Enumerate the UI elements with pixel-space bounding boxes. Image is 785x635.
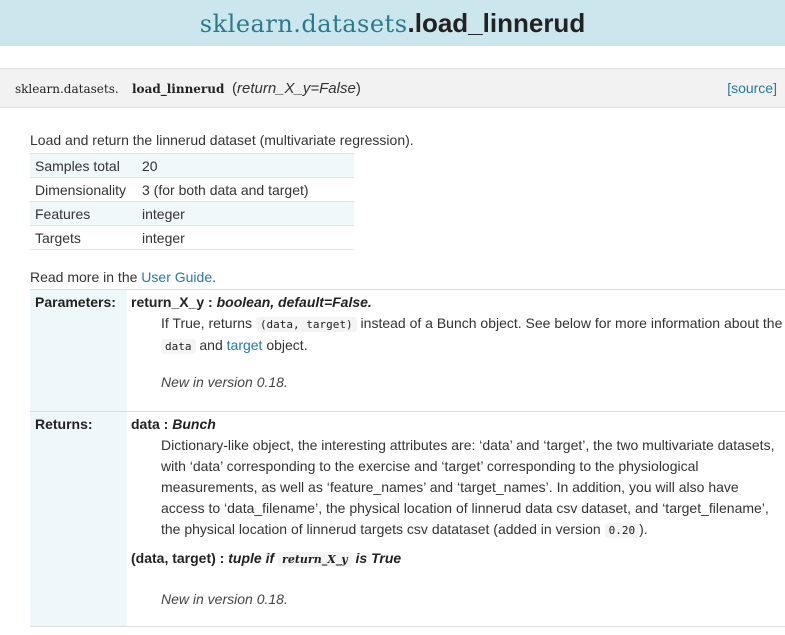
table-key: Dimensionality — [30, 177, 137, 202]
parameters-label-cell: Parameters: — [30, 290, 127, 411]
signature-name: load_linnerud — [132, 82, 225, 96]
summary-text: Load and return the linnerud dataset (mu… — [30, 132, 414, 148]
source-link[interactable]: [source] — [727, 80, 777, 96]
divider — [30, 626, 785, 627]
parameters-section: Parameters: return_X_y : boolean, defaul… — [30, 289, 785, 411]
parameters-label: Parameters: — [35, 294, 116, 310]
param-type: boolean, default=False. — [216, 294, 372, 310]
table-key: Features — [30, 201, 137, 226]
table-value: integer — [137, 201, 354, 226]
table-row: Features integer — [30, 201, 354, 226]
code-version: 0.20 — [604, 523, 640, 538]
param-description: If True, returns (data, target) instead … — [161, 315, 783, 354]
read-more-text: Read more in the User Guide. — [30, 269, 216, 285]
table-value: 20 — [137, 153, 354, 178]
table-key: Targets — [30, 225, 137, 250]
target-link[interactable]: target — [227, 337, 263, 353]
returns-section: Returns: data : Bunch Dictionary-like ob… — [30, 411, 785, 626]
returns-label: Returns: — [35, 416, 93, 432]
return-name-data: data — [131, 416, 160, 432]
title-function: .load_linnerud — [407, 8, 586, 38]
returns-label-cell: Returns: — [30, 412, 127, 626]
param-name: return_X_y — [131, 294, 205, 310]
table-row: Samples total 20 — [30, 153, 354, 178]
code-data: data — [161, 339, 196, 354]
signature-module: sklearn.datasets. — [15, 82, 119, 96]
page-title-bar: sklearn.datasets.load_linnerud — [0, 0, 785, 46]
signature-param-return-x-y: return_X_y=False — [237, 80, 356, 97]
param-version-note: New in version 0.18. — [161, 374, 288, 390]
title-module: sklearn.datasets — [199, 10, 408, 38]
field-list: Parameters: return_X_y : boolean, defaul… — [30, 289, 785, 626]
return-description: Dictionary-like object, the interesting … — [161, 437, 775, 538]
return-type-bunch: Bunch — [172, 416, 216, 432]
function-signature: sklearn.datasets. load_linnerud (return_… — [0, 68, 785, 108]
table-row: Dimensionality 3 (for both data and targ… — [30, 177, 354, 202]
return-type-tuple: tuple if return_X_y is True — [228, 550, 402, 567]
table-key: Samples total — [30, 153, 137, 178]
code-data-target: (data, target) — [255, 317, 357, 332]
user-guide-link[interactable]: User Guide — [141, 269, 212, 285]
parameters-body: return_X_y : boolean, default=False. If … — [131, 290, 785, 390]
signature-params: (return_X_y=False) — [232, 80, 361, 97]
code-return-x-y: return_X_y — [278, 552, 352, 567]
return-version-note: New in version 0.18. — [161, 591, 288, 607]
dataset-info-table: Samples total 20 Dimensionality 3 (for b… — [30, 153, 354, 250]
return-name-tuple: (data, target) — [131, 550, 216, 566]
table-row: Targets integer — [30, 225, 354, 250]
returns-body: data : Bunch Dictionary-like object, the… — [131, 412, 785, 607]
table-value: integer — [137, 225, 354, 250]
table-value: 3 (for both data and target) — [137, 177, 354, 202]
